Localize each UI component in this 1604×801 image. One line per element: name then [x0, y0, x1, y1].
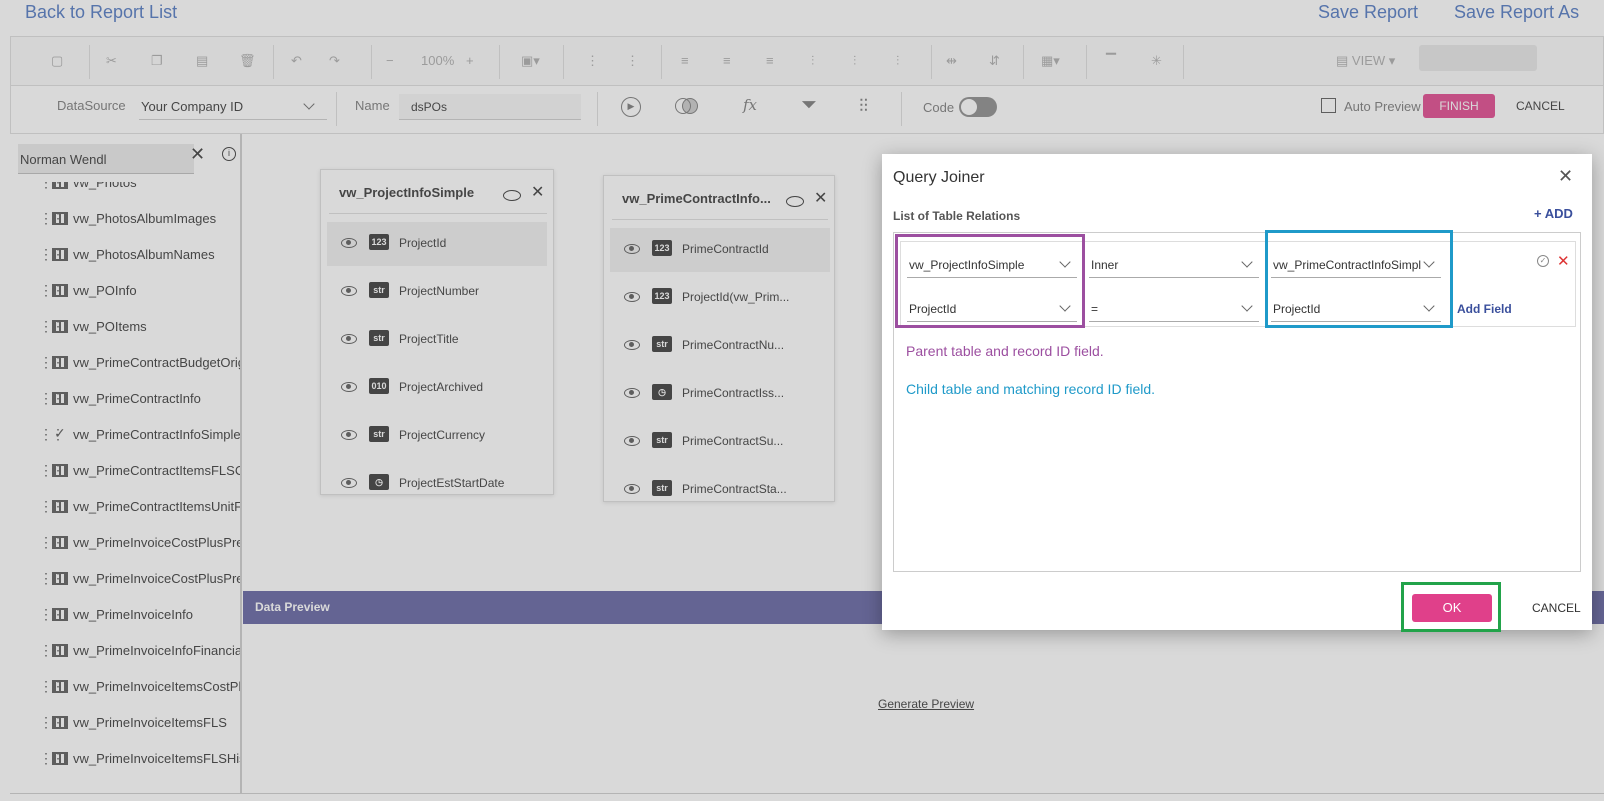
operator-select[interactable]: =	[1089, 296, 1259, 322]
plus-icon: +	[1534, 206, 1545, 221]
dialog-title: Query Joiner	[893, 169, 985, 186]
chevron-down-icon	[1241, 256, 1253, 268]
ok-button[interactable]: OK	[1412, 594, 1492, 622]
add-label: ADD	[1544, 206, 1573, 221]
table-relations-label: List of Table Relations	[893, 209, 1021, 223]
operator-value: =	[1091, 302, 1099, 316]
parent-note: Parent table and record ID field.	[906, 343, 1104, 359]
confirm-relation-icon[interactable]: ✓	[1537, 255, 1549, 267]
parent-highlight-box	[895, 234, 1085, 328]
join-type-select[interactable]: Inner	[1089, 252, 1259, 278]
child-note: Child table and matching record ID field…	[906, 381, 1156, 397]
dialog-cancel-button[interactable]: CANCEL	[1532, 601, 1581, 615]
query-joiner-dialog: Query Joiner ✕ List of Table Relations +…	[882, 154, 1592, 632]
dialog-close-icon[interactable]: ✕	[1558, 166, 1573, 187]
child-highlight-box	[1265, 230, 1453, 328]
join-type-value: Inner	[1091, 258, 1119, 272]
remove-relation-icon[interactable]: ✕	[1557, 252, 1570, 270]
chevron-down-icon	[1241, 300, 1253, 312]
add-field-link[interactable]: Add Field	[1457, 302, 1512, 316]
add-relation-button[interactable]: + ADD	[1534, 206, 1573, 221]
